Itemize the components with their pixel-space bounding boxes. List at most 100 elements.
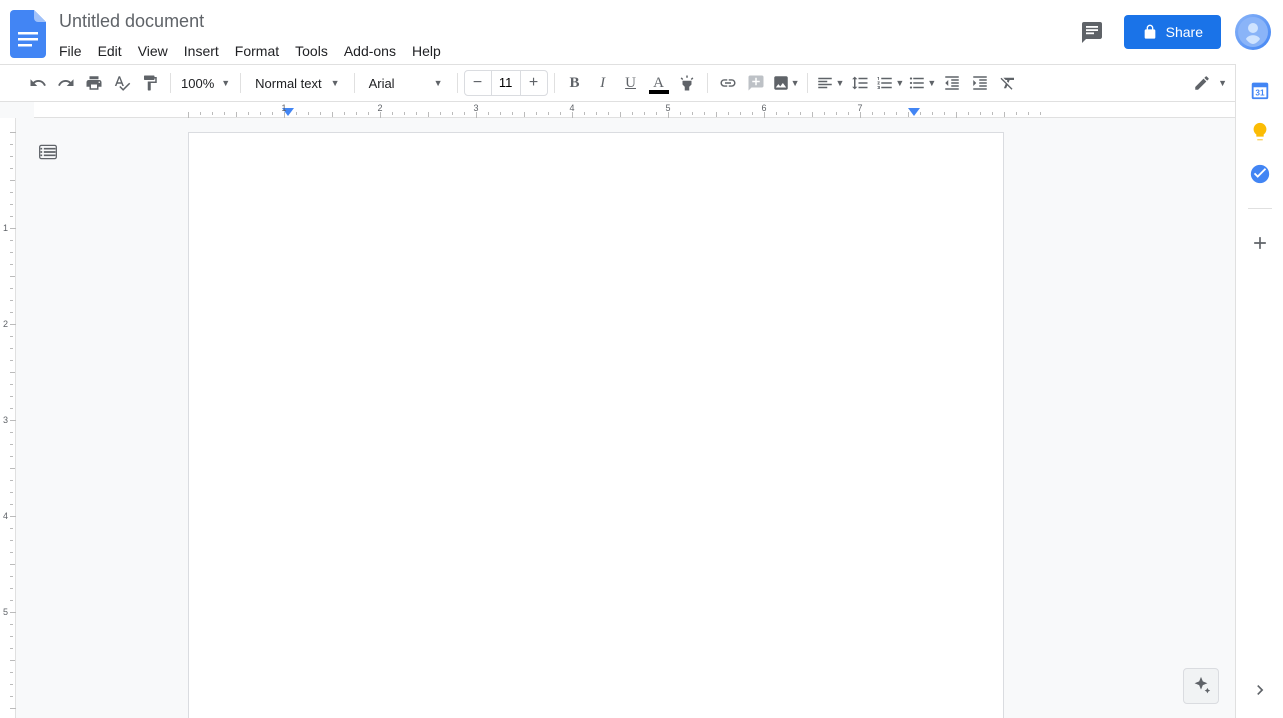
italic-icon: I	[600, 75, 605, 92]
spellcheck-button[interactable]	[108, 69, 136, 97]
share-label: Share	[1166, 24, 1203, 40]
horizontal-ruler[interactable]: 1234567	[34, 102, 1235, 118]
sidepanel-get-addons[interactable]	[1248, 231, 1272, 255]
ruler-number: 2	[3, 319, 8, 329]
title-bar: Untitled document File Edit View Insert …	[0, 0, 1283, 64]
menu-view[interactable]: View	[131, 39, 175, 63]
insert-image-button[interactable]: ▼	[770, 69, 802, 97]
separator	[707, 73, 708, 93]
ruler-number: 2	[377, 103, 382, 113]
chevron-down-icon: ▼	[434, 78, 443, 88]
link-icon	[719, 74, 737, 92]
workspace: 1 2 3 4 5 6 7 1 2 3 4 5	[0, 102, 1235, 718]
share-button[interactable]: Share	[1124, 15, 1221, 49]
decrease-indent-button[interactable]	[938, 69, 966, 97]
editing-mode-button[interactable]: ▼	[1189, 69, 1231, 97]
document-page[interactable]	[188, 132, 1004, 718]
right-indent-marker[interactable]	[908, 108, 920, 118]
chevron-down-icon: ▼	[221, 78, 230, 88]
align-button[interactable]: ▼	[814, 69, 846, 97]
highlight-color-button[interactable]	[673, 69, 701, 97]
explore-icon	[1190, 675, 1212, 697]
chevron-down-icon: ▼	[835, 78, 844, 88]
clear-format-icon	[999, 74, 1017, 92]
redo-button[interactable]	[52, 69, 80, 97]
menu-addons[interactable]: Add-ons	[337, 39, 403, 63]
sidepanel-tasks[interactable]	[1248, 162, 1272, 186]
paint-roller-icon	[141, 74, 159, 92]
insert-link-button[interactable]	[714, 69, 742, 97]
bulleted-list-button[interactable]: ▼	[906, 69, 938, 97]
ruler-number: 3	[473, 103, 478, 113]
paint-format-button[interactable]	[136, 69, 164, 97]
menu-edit[interactable]: Edit	[91, 39, 129, 63]
bulleted-list-icon	[908, 74, 926, 92]
docs-home-icon[interactable]	[8, 8, 48, 60]
title-area: Untitled document File Edit View Insert …	[52, 6, 448, 63]
text-color-icon: A	[653, 75, 664, 92]
numbered-list-icon	[876, 74, 894, 92]
document-canvas[interactable]	[34, 118, 1235, 718]
menu-tools[interactable]: Tools	[288, 39, 335, 63]
chevron-down-icon: ▼	[927, 78, 936, 88]
clear-formatting-button[interactable]	[994, 69, 1022, 97]
svg-text:31: 31	[1255, 89, 1265, 98]
undo-icon	[29, 74, 47, 92]
font-size-decrease[interactable]: −	[465, 71, 491, 95]
plus-icon	[1250, 233, 1270, 253]
numbered-list-button[interactable]: ▼	[874, 69, 906, 97]
chevron-down-icon: ▼	[791, 78, 800, 88]
image-icon	[772, 74, 790, 92]
separator	[457, 73, 458, 93]
zoom-value: 100%	[181, 76, 214, 91]
ruler-number: 1	[3, 223, 8, 233]
text-color-button[interactable]: A	[645, 69, 673, 97]
explore-button[interactable]	[1183, 668, 1219, 704]
menu-help[interactable]: Help	[405, 39, 448, 63]
sidepanel-calendar[interactable]: 31	[1248, 78, 1272, 102]
calendar-icon: 31	[1249, 79, 1271, 101]
ruler-number: 7	[857, 103, 862, 113]
ruler-number: 5	[665, 103, 670, 113]
style-value: Normal text	[255, 76, 321, 91]
menu-format[interactable]: Format	[228, 39, 286, 63]
tasks-icon	[1249, 163, 1271, 185]
vertical-ruler[interactable]: 1 2 3 4 5	[0, 118, 16, 718]
italic-button[interactable]: I	[589, 69, 617, 97]
separator	[1248, 208, 1272, 209]
zoom-select[interactable]: 100% ▼	[177, 69, 234, 97]
print-button[interactable]	[80, 69, 108, 97]
increase-indent-button[interactable]	[966, 69, 994, 97]
document-title-input[interactable]: Untitled document	[52, 8, 448, 35]
title-right: Share	[1074, 14, 1271, 50]
pencil-icon	[1193, 74, 1211, 92]
add-comment-button[interactable]	[742, 69, 770, 97]
indent-decrease-icon	[943, 74, 961, 92]
highlighter-icon	[678, 74, 696, 92]
sidepanel-keep[interactable]	[1248, 120, 1272, 144]
paragraph-style-select[interactable]: Normal text ▼	[247, 69, 347, 97]
indent-increase-icon	[971, 74, 989, 92]
font-size-increase[interactable]: +	[521, 71, 547, 95]
font-size-input[interactable]: 11	[491, 71, 521, 95]
separator	[807, 73, 808, 93]
font-select[interactable]: Arial ▼	[361, 69, 451, 97]
ruler-number: 5	[3, 607, 8, 617]
bold-button[interactable]: B	[561, 69, 589, 97]
menu-file[interactable]: File	[52, 39, 89, 63]
keep-icon	[1249, 121, 1271, 143]
line-spacing-button[interactable]	[846, 69, 874, 97]
spellcheck-icon	[113, 74, 131, 92]
account-avatar[interactable]	[1235, 14, 1271, 50]
menu-insert[interactable]: Insert	[177, 39, 226, 63]
ruler-number: 4	[3, 511, 8, 521]
underline-button[interactable]: U	[617, 69, 645, 97]
comments-button[interactable]	[1074, 14, 1110, 50]
undo-button[interactable]	[24, 69, 52, 97]
chevron-down-icon: ▼	[331, 78, 340, 88]
font-value: Arial	[369, 76, 395, 91]
sidepanel-collapse-button[interactable]	[1246, 676, 1274, 704]
ruler-number: 6	[761, 103, 766, 113]
bold-icon: B	[570, 75, 580, 92]
ruler-number: 3	[3, 415, 8, 425]
